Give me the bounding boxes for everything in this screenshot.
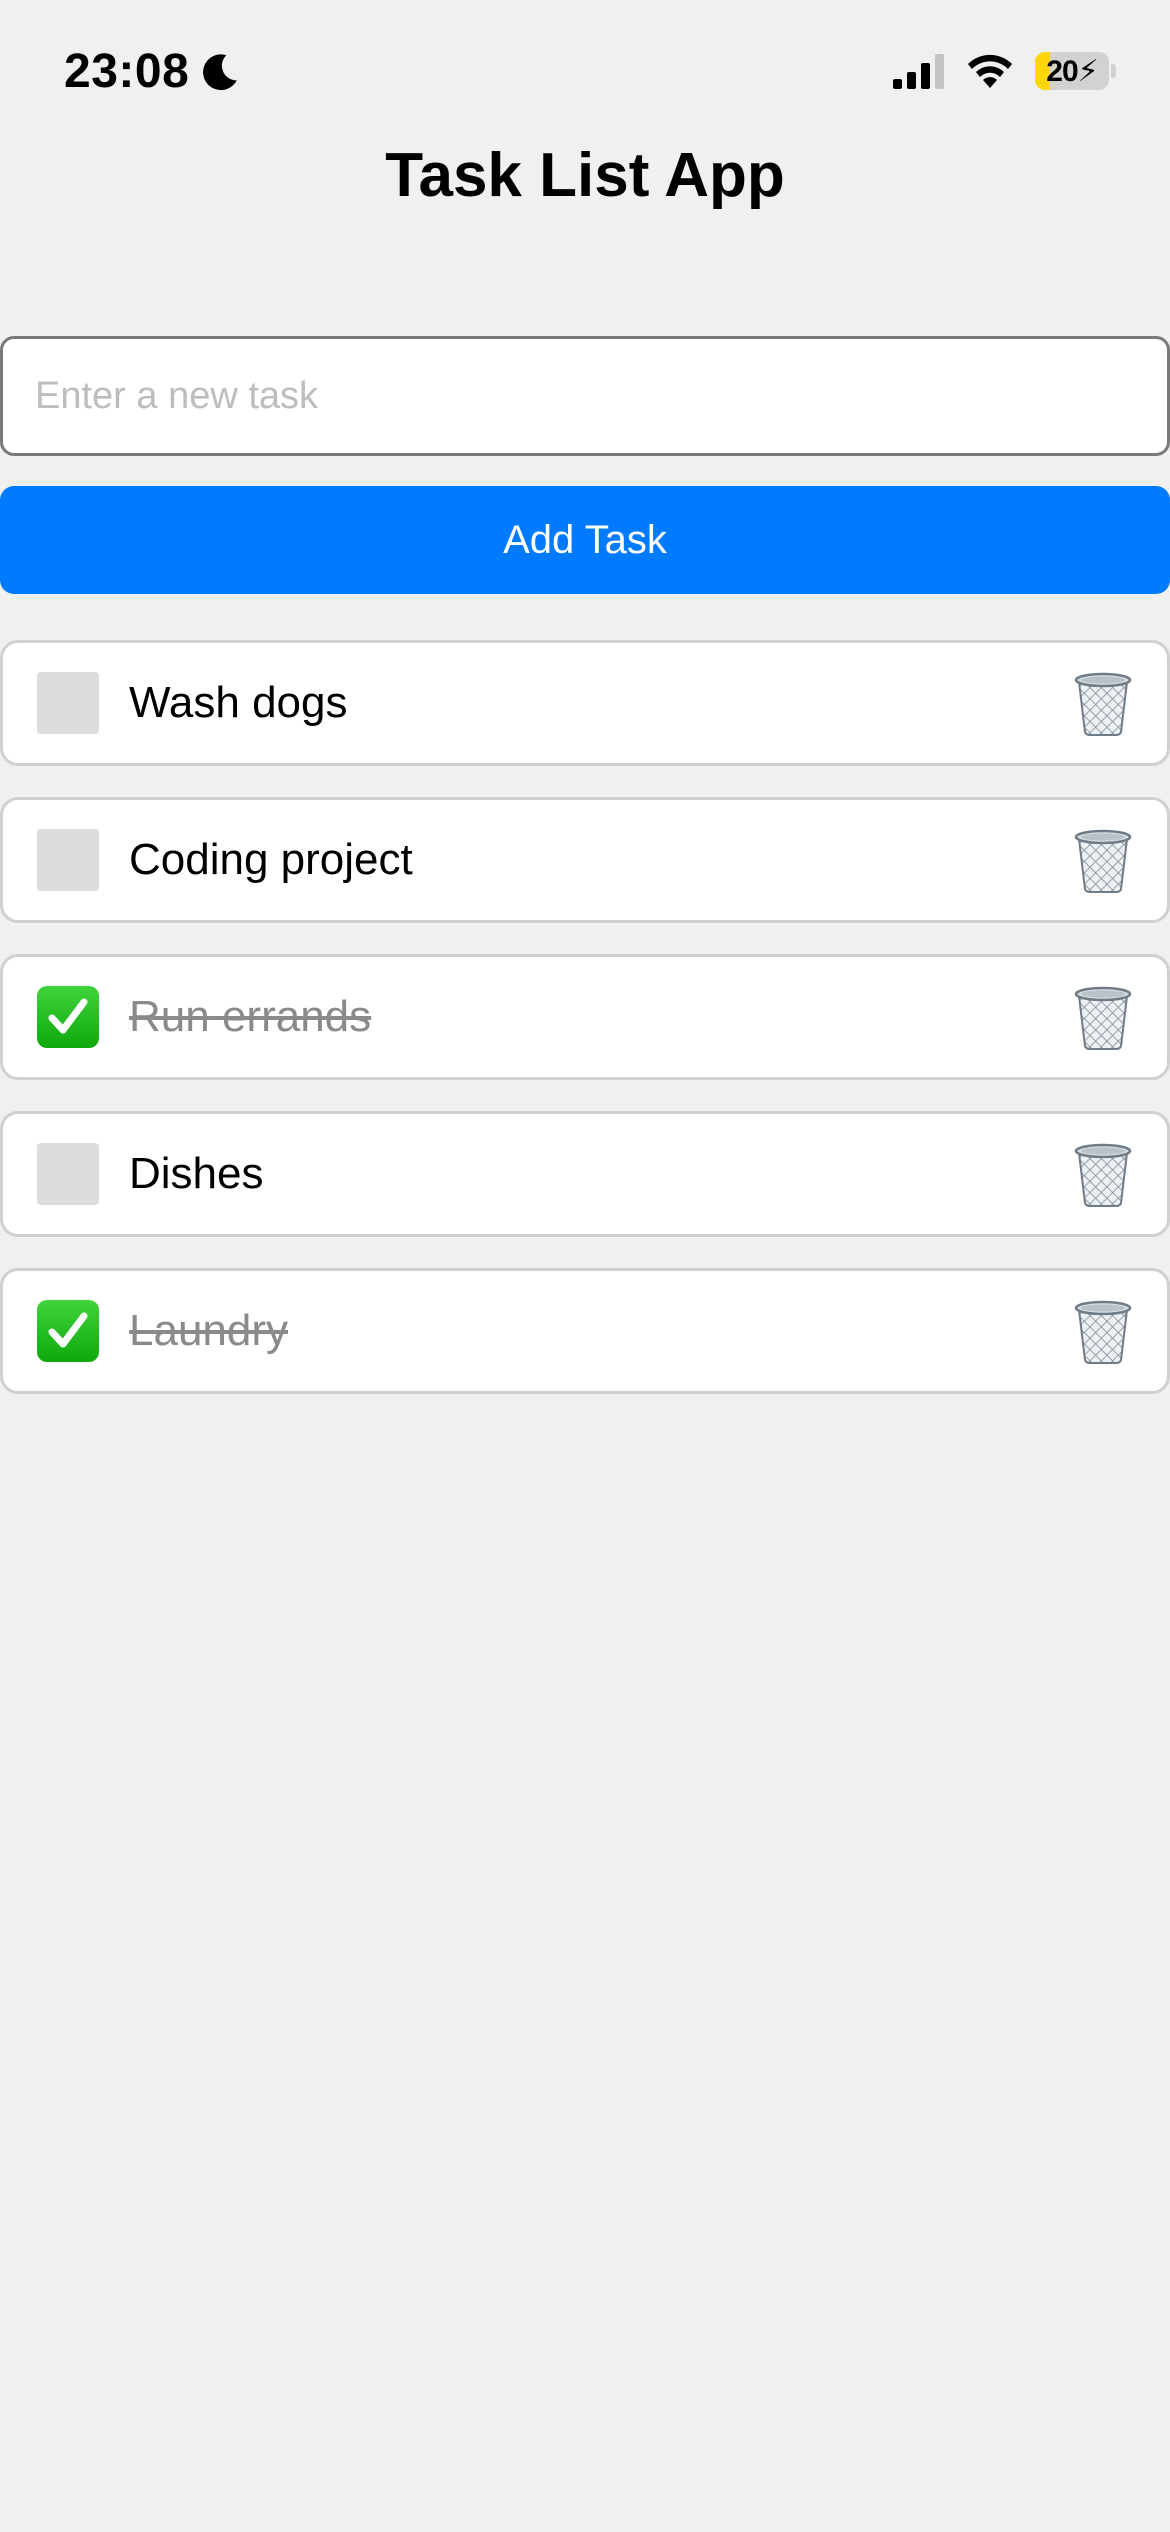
battery-cap: [1111, 64, 1116, 78]
page-title: Task List App: [385, 141, 785, 210]
task-item: Laundry: [0, 1268, 1170, 1394]
wastebasket-icon[interactable]: [1073, 1141, 1133, 1207]
wastebasket-icon[interactable]: [1073, 984, 1133, 1050]
status-bar: 23:08 20⚡: [0, 0, 1170, 150]
new-task-input[interactable]: [0, 336, 1170, 456]
task-item: Run errands: [0, 954, 1170, 1080]
moon-icon: [203, 53, 238, 90]
task-label: Run errands: [129, 992, 372, 1041]
task-item: Dishes: [0, 1111, 1170, 1237]
task-checkbox[interactable]: [37, 829, 99, 891]
clock: 23:08: [64, 45, 190, 98]
add-task-button[interactable]: Add Task: [0, 486, 1170, 594]
status-indicators: 20⚡: [893, 52, 1116, 90]
battery-percent: 20⚡: [1046, 54, 1098, 88]
task-label: Wash dogs: [129, 678, 348, 727]
task-label: Coding project: [129, 835, 413, 884]
battery-icon: 20⚡: [1035, 52, 1109, 90]
task-item: Coding project: [0, 797, 1170, 923]
screen: 23:08 20⚡ Task List App Enter a new task…: [0, 0, 1170, 2532]
check-mark-button-icon[interactable]: [37, 1300, 99, 1362]
status-time: 23:08: [64, 44, 241, 99]
task-label: Dishes: [129, 1149, 264, 1198]
check-mark-button-icon[interactable]: [37, 986, 99, 1048]
task-list: Wash dogs Coding project Run errands Dis…: [0, 640, 1170, 1425]
wifi-icon: [968, 54, 1012, 88]
wastebasket-icon[interactable]: [1073, 827, 1133, 893]
task-checkbox[interactable]: [37, 1143, 99, 1205]
wastebasket-icon[interactable]: [1073, 1298, 1133, 1364]
task-label: Laundry: [129, 1306, 289, 1355]
task-item: Wash dogs: [0, 640, 1170, 766]
cellular-signal-icon: [893, 54, 944, 89]
task-checkbox[interactable]: [37, 672, 99, 734]
wastebasket-icon[interactable]: [1073, 670, 1133, 736]
